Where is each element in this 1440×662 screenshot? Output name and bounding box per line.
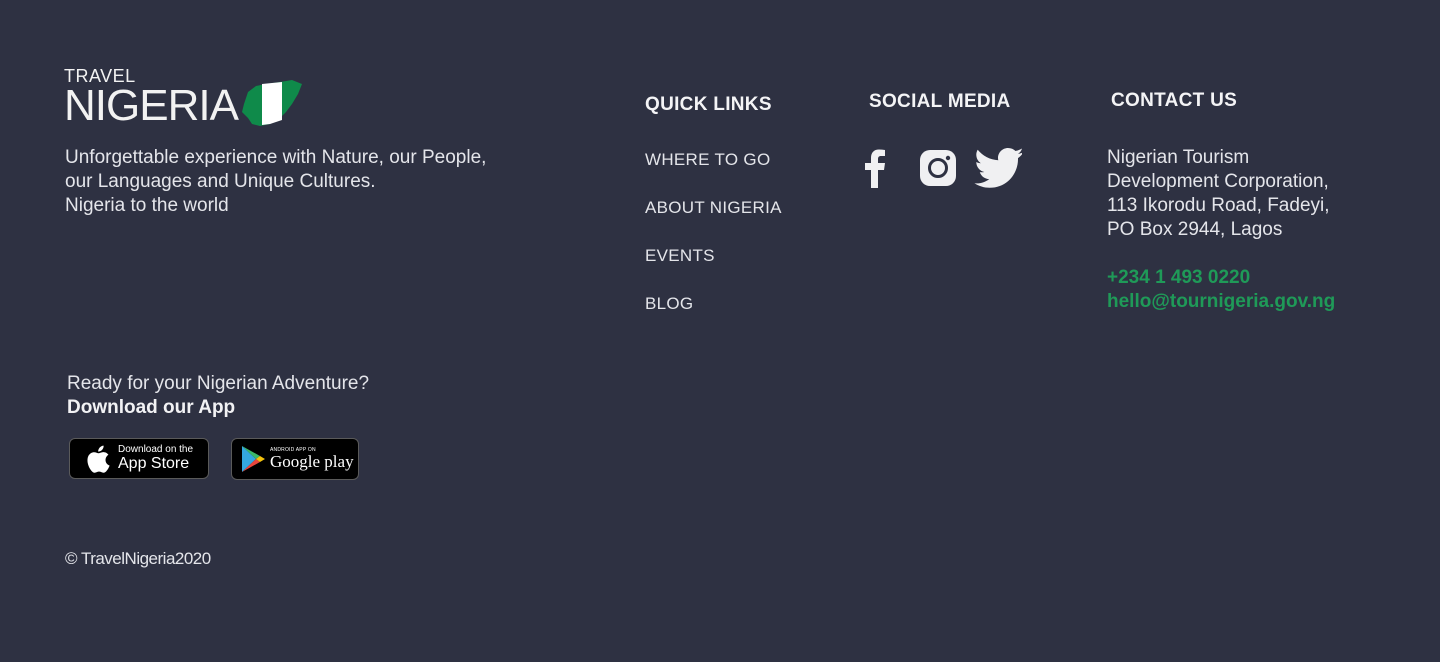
- app-store-button[interactable]: Download on the App Store: [69, 438, 209, 479]
- address-line: Nigerian Tourism: [1107, 147, 1250, 168]
- quick-link-item: ABOUT NIGERIA: [645, 196, 782, 244]
- app-store-label: Download on the App Store: [118, 444, 194, 473]
- contact-details: +234 1 493 0220 hello@tournigeria.gov.ng: [1107, 266, 1335, 314]
- quick-links-title: QUICK LINKS: [645, 94, 772, 115]
- address-line: 113 Ikorodu Road, Fadeyi,: [1107, 195, 1330, 216]
- google-play-button[interactable]: ANDROID APP ON Google play: [231, 438, 359, 480]
- quick-link-item: WHERE TO GO: [645, 148, 782, 196]
- app-download-prompt: Ready for your Nigerian Adventure? Downl…: [67, 372, 369, 420]
- nigeria-map-icon: [242, 80, 302, 126]
- tagline-line: our Languages and Unique Cultures.: [65, 171, 376, 192]
- app-store-big-text: App Store: [118, 455, 190, 472]
- quick-link-item: BLOG: [645, 292, 782, 340]
- apple-icon: [87, 445, 110, 473]
- link-about-nigeria[interactable]: ABOUT NIGERIA: [645, 198, 782, 217]
- twitter-icon[interactable]: [974, 148, 1022, 188]
- google-play-label: ANDROID APP ON Google play: [270, 447, 354, 471]
- app-prompt-text: Ready for your Nigerian Adventure?: [67, 373, 370, 394]
- copyright-text: © TravelNigeria2020: [65, 549, 211, 568]
- quick-link-item: EVENTS: [645, 244, 782, 292]
- app-store-small-text: Download on the: [118, 444, 194, 455]
- social-icons: [862, 148, 1022, 188]
- link-where-to-go[interactable]: WHERE TO GO: [645, 150, 770, 169]
- contact-email-link[interactable]: hello@tournigeria.gov.ng: [1107, 290, 1335, 314]
- address-line: PO Box 2944, Lagos: [1107, 219, 1283, 240]
- link-events[interactable]: EVENTS: [645, 246, 715, 265]
- google-play-icon: [242, 446, 265, 472]
- quick-links-list: WHERE TO GO ABOUT NIGERIA EVENTS BLOG: [645, 148, 782, 340]
- tagline-line: Unforgettable experience with Nature, ou…: [65, 147, 487, 168]
- contact-title: CONTACT US: [1111, 90, 1238, 111]
- app-cta-text: Download our App: [67, 397, 236, 418]
- contact-phone-link[interactable]: +234 1 493 0220: [1107, 266, 1335, 290]
- logo-nigeria-text: NIGERIA: [64, 81, 239, 130]
- facebook-icon[interactable]: [862, 148, 888, 188]
- link-blog[interactable]: BLOG: [645, 294, 693, 313]
- instagram-icon[interactable]: [918, 148, 958, 188]
- contact-address: Nigerian Tourism Development Corporation…: [1107, 146, 1407, 242]
- google-play-big-text: Google play: [270, 452, 354, 471]
- tagline-line: Nigeria to the world: [65, 195, 229, 216]
- address-line: Development Corporation,: [1107, 171, 1329, 192]
- brand-tagline: Unforgettable experience with Nature, ou…: [65, 146, 585, 218]
- social-media-title: SOCIAL MEDIA: [869, 91, 1011, 112]
